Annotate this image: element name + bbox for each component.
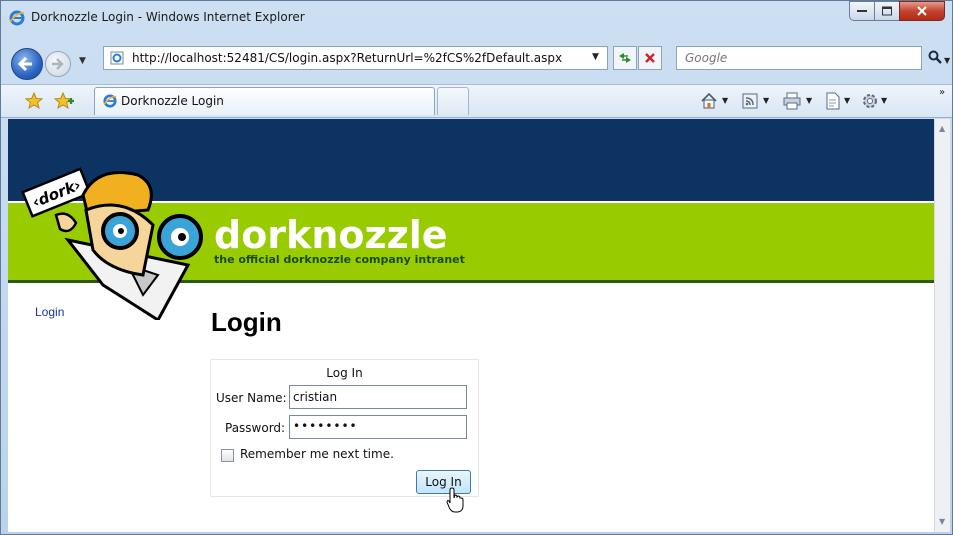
stop-icon [645,53,655,63]
password-label: Password: [225,421,286,435]
mouse-cursor-icon [446,487,464,513]
username-field[interactable] [289,385,467,409]
feeds-dropdown[interactable]: ▼ [763,96,769,105]
new-tab-button[interactable] [437,87,469,115]
tools-gear-icon[interactable] [861,92,879,110]
page-ie-icon [110,51,124,65]
login-form: Log In User Name: Password: •••••••• Rem… [210,359,479,497]
username-label: User Name: [216,391,287,405]
address-dropdown[interactable]: ▼ [592,52,599,62]
history-dropdown[interactable]: ▼ [79,56,86,66]
favorites-star-icon[interactable] [25,92,43,110]
address-text: http://localhost:52481/CS/login.aspx?Ret… [132,51,563,65]
close-button[interactable] [899,1,945,21]
search-input[interactable]: Google [676,46,922,70]
tab-dorknozzle-login[interactable]: Dorknozzle Login [94,87,435,115]
minimize-button[interactable] [849,1,875,21]
scroll-up-arrow-icon[interactable]: ▲ [939,124,945,133]
site-tagline: the official dorknozzle company intranet [214,253,465,266]
search-options-dropdown[interactable]: ▼ [944,56,950,65]
title-bar: Dorknozzle Login - Windows Internet Expl… [1,1,952,35]
forward-button[interactable] [45,51,71,77]
remember-me-label[interactable]: Remember me next time. [240,447,394,461]
maximize-button[interactable] [874,1,900,21]
remember-me-checkbox[interactable] [221,449,234,462]
search-placeholder: Google [685,51,728,65]
refresh-button[interactable] [613,46,637,70]
ie-logo-icon [103,94,117,108]
rss-feed-icon[interactable] [741,92,759,110]
print-icon[interactable] [782,92,802,110]
window-title: Dorknozzle Login - Windows Internet Expl… [31,10,305,24]
page-title: Login [211,307,282,337]
page-content: dorknozzle the official dorknozzle compa… [8,119,934,532]
back-button[interactable] [11,48,43,80]
dork-mascot-logo: ‹dork› [21,167,203,320]
page-dropdown[interactable]: ▼ [844,96,850,105]
browser-window: Dorknozzle Login - Windows Internet Expl… [0,0,953,535]
login-form-caption: Log In [326,366,363,380]
page-icon[interactable] [824,92,842,110]
scroll-down-arrow-icon[interactable]: ▼ [939,517,945,526]
home-icon[interactable] [700,92,718,110]
forward-arrow-icon [52,58,64,70]
back-arrow-icon [17,56,32,72]
tab-label: Dorknozzle Login [121,94,224,108]
home-dropdown[interactable]: ▼ [722,96,728,105]
sidebar-link-login[interactable]: Login [35,305,64,319]
search-icon[interactable] [928,50,942,64]
add-favorites-icon[interactable] [54,92,74,110]
ie-logo-icon [9,10,25,26]
stop-button[interactable] [638,46,662,70]
password-masked-value: •••••••• [293,419,358,433]
vertical-scrollbar[interactable]: ▲ ▼ [934,119,950,532]
address-bar[interactable]: http://localhost:52481/CS/login.aspx?Ret… [103,46,608,70]
site-name: dorknozzle [214,213,448,257]
tools-dropdown[interactable]: ▼ [881,96,887,105]
toolbar-overflow-chevron[interactable]: » [939,87,945,98]
close-icon [917,6,927,16]
print-dropdown[interactable]: ▼ [806,96,812,105]
refresh-icon [619,53,631,63]
